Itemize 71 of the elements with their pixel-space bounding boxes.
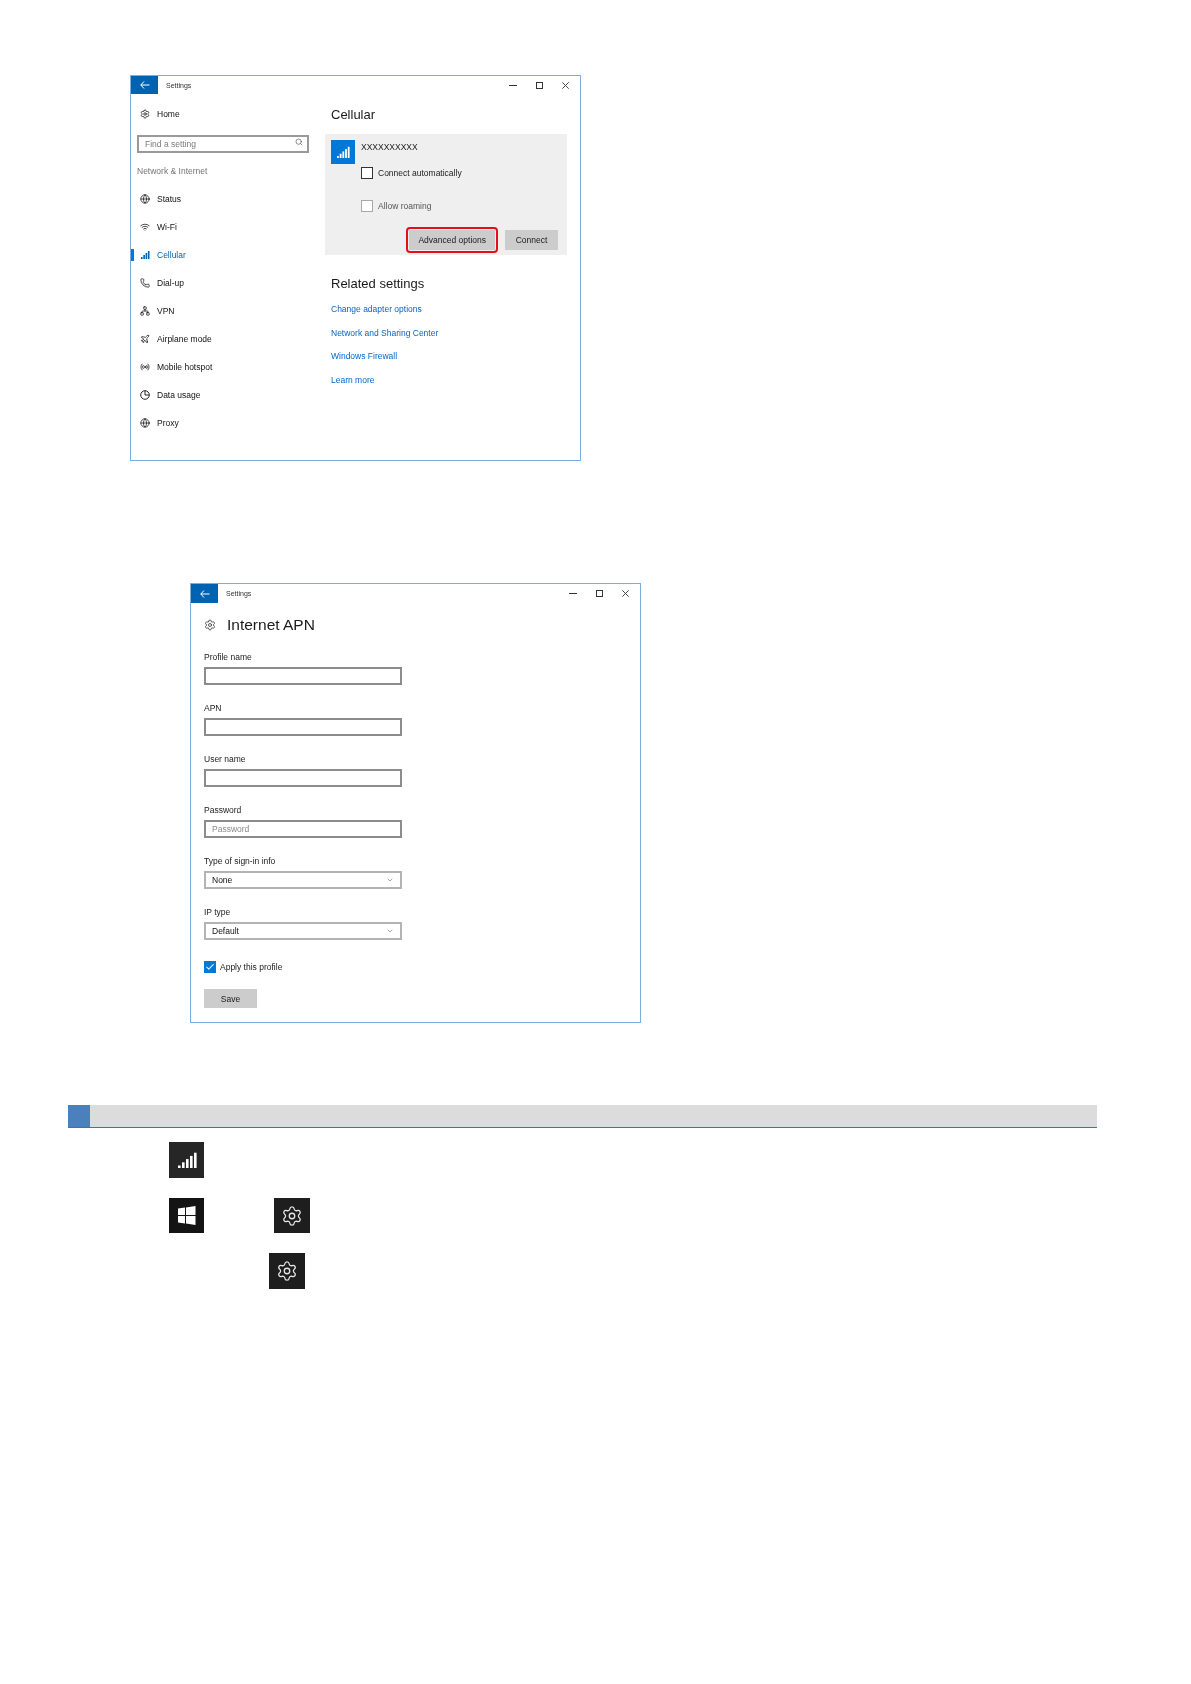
field-label: Type of sign-in info bbox=[204, 855, 276, 867]
field-label: IP type bbox=[204, 906, 231, 918]
signal-bars-icon bbox=[140, 251, 150, 259]
phone-icon bbox=[140, 278, 150, 288]
panel-button[interactable]: Advanced options bbox=[409, 230, 495, 250]
gear-icon bbox=[140, 109, 150, 119]
sidebar-item[interactable]: Cellular bbox=[131, 241, 325, 269]
settings-link[interactable]: Network and Sharing Center bbox=[331, 326, 439, 339]
sidebar-group-label: Network & Internet bbox=[137, 165, 208, 178]
input-field[interactable] bbox=[204, 769, 402, 787]
minimize-icon bbox=[509, 84, 517, 86]
back-arrow-icon bbox=[139, 81, 150, 89]
back-button[interactable] bbox=[191, 584, 218, 603]
back-button[interactable] bbox=[131, 76, 158, 94]
checkbox-label: Apply this profile bbox=[220, 961, 283, 973]
home-nav-item[interactable]: Home bbox=[131, 104, 325, 124]
back-arrow-icon bbox=[199, 589, 210, 598]
sidebar-item[interactable]: VPN bbox=[131, 297, 325, 325]
chevron-down-icon bbox=[386, 876, 394, 884]
checkbox[interactable] bbox=[204, 961, 216, 973]
maximize-icon bbox=[595, 590, 603, 597]
gear-icon bbox=[274, 1198, 310, 1233]
search-field[interactable]: Find a setting bbox=[137, 135, 309, 153]
checkbox-label: Allow roaming bbox=[378, 200, 432, 212]
globe-icon bbox=[140, 418, 150, 428]
dropdown[interactable]: Default bbox=[204, 922, 402, 940]
wifi-icon bbox=[140, 222, 150, 232]
field-label: Profile name bbox=[204, 651, 252, 663]
network-name: XXXXXXXXXX bbox=[361, 141, 418, 154]
sidebar-item[interactable]: Status bbox=[131, 185, 325, 213]
page-heading: Cellular bbox=[331, 107, 376, 123]
checkbox[interactable] bbox=[361, 167, 373, 179]
signal-bars-icon bbox=[169, 1142, 204, 1178]
pie-chart-icon bbox=[140, 390, 150, 400]
globe-icon bbox=[140, 194, 150, 204]
close-icon bbox=[561, 81, 569, 89]
section-marker-icon bbox=[68, 1105, 90, 1127]
input-field[interactable]: Password bbox=[204, 820, 402, 838]
page-heading: Internet APN bbox=[227, 615, 315, 635]
field-label: User name bbox=[204, 753, 246, 765]
gear-icon bbox=[269, 1253, 305, 1289]
section-heading: Related settings bbox=[331, 276, 425, 292]
gear-icon bbox=[204, 619, 216, 631]
airplane-icon bbox=[140, 334, 150, 344]
input-field[interactable] bbox=[204, 718, 402, 736]
settings-link[interactable]: Change adapter options bbox=[331, 303, 422, 315]
panel-button[interactable]: Connect bbox=[505, 230, 558, 250]
sidebar-item[interactable]: Proxy bbox=[131, 409, 325, 437]
search-icon bbox=[295, 138, 303, 146]
field-label: Password bbox=[204, 804, 242, 816]
chevron-down-icon bbox=[386, 927, 394, 935]
sidebar-item[interactable]: Wi-Fi bbox=[131, 213, 325, 241]
settings-link[interactable]: Learn more bbox=[331, 373, 375, 386]
save-button[interactable]: Save bbox=[204, 989, 257, 1008]
dropdown[interactable]: None bbox=[204, 871, 402, 889]
minimize-icon bbox=[569, 593, 577, 594]
checkmark-icon bbox=[205, 962, 215, 972]
windows-logo-icon bbox=[169, 1198, 204, 1233]
field-label: APN bbox=[204, 702, 222, 714]
input-field[interactable] bbox=[204, 667, 402, 685]
sidebar-item[interactable]: Airplane mode bbox=[131, 325, 325, 353]
antenna-icon bbox=[140, 362, 150, 372]
settings-link[interactable]: Windows Firewall bbox=[331, 350, 398, 362]
sidebar-item[interactable]: Data usage bbox=[131, 381, 325, 409]
checkbox-label: Connect automatically bbox=[378, 167, 462, 179]
sidebar-item[interactable]: Mobile hotspot bbox=[131, 353, 325, 381]
maximize-icon bbox=[535, 81, 543, 89]
close-icon bbox=[621, 590, 629, 597]
signal-bars-icon bbox=[331, 140, 355, 164]
sidebar-item[interactable]: Dial-up bbox=[131, 269, 325, 297]
network-icon bbox=[140, 306, 150, 316]
